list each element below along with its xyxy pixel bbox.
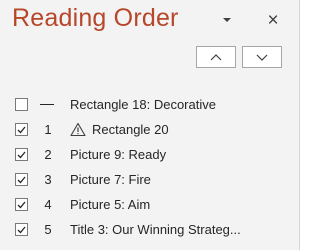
item-number: 5 (44, 222, 52, 237)
reorder-controls (196, 46, 282, 68)
pane-options-button[interactable] (216, 10, 238, 30)
item-label: Rectangle 18: Decorative (70, 97, 216, 112)
item-label: Title 3: Our Winning Strateg... (70, 222, 241, 237)
move-down-button[interactable] (242, 46, 282, 68)
item-checkbox[interactable] (15, 198, 28, 211)
list-item[interactable]: 2 Picture 9: Ready (0, 142, 299, 167)
caret-down-icon (223, 18, 231, 22)
item-label: Picture 9: Ready (70, 147, 167, 162)
list-item[interactable]: 3 Picture 7: Fire (0, 167, 299, 192)
chevron-up-icon (210, 53, 222, 60)
item-number: 2 (44, 147, 52, 162)
item-label: Picture 7: Fire (70, 172, 151, 187)
checkmark-icon (17, 126, 26, 133)
checkmark-icon (17, 151, 26, 158)
item-checkbox[interactable] (15, 123, 28, 136)
list-item[interactable]: Rectangle 18: Decorative (0, 92, 299, 117)
reading-order-list: Rectangle 18: Decorative 1 Rectangle 20 (0, 92, 299, 242)
close-icon: × (267, 9, 279, 31)
warning-icon (70, 122, 86, 137)
reading-order-pane: Reading Order × Rectangle 18: Decorative (0, 0, 300, 250)
item-label: Rectangle 20 (92, 122, 169, 137)
list-item[interactable]: 4 Picture 5: Aim (0, 192, 299, 217)
pane-title: Reading Order (12, 4, 179, 32)
checkmark-icon (17, 176, 26, 183)
item-checkbox[interactable] (15, 173, 28, 186)
item-checkbox[interactable] (15, 148, 28, 161)
item-label: Picture 5: Aim (70, 197, 151, 212)
chevron-down-icon (256, 54, 268, 61)
checkmark-icon (17, 226, 26, 233)
item-number: 3 (44, 172, 52, 187)
move-up-button[interactable] (196, 46, 236, 68)
list-item[interactable]: 5 Title 3: Our Winning Strateg... (0, 217, 299, 242)
close-pane-button[interactable]: × (262, 10, 284, 30)
checkmark-icon (17, 201, 26, 208)
list-item[interactable]: 1 Rectangle 20 (0, 117, 299, 142)
item-checkbox[interactable] (15, 98, 28, 111)
item-checkbox[interactable] (15, 223, 28, 236)
decorative-dash (40, 104, 54, 105)
item-number: 4 (44, 197, 52, 212)
item-number: 1 (44, 122, 52, 137)
